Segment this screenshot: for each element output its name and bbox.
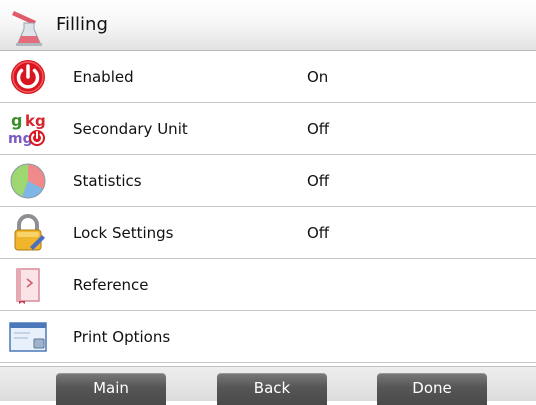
setting-label: Statistics [73, 172, 142, 190]
reference-book-icon [16, 268, 40, 304]
setting-row-reference[interactable]: Reference [0, 259, 536, 311]
setting-row-lock-settings[interactable]: Lock Settings Off [0, 207, 536, 259]
setting-label: Secondary Unit [73, 120, 188, 138]
setting-row-enabled[interactable]: Enabled On [0, 51, 536, 103]
units-icon-g: g [11, 111, 22, 130]
main-button[interactable]: Main [56, 373, 166, 405]
statistics-pie-icon [10, 163, 46, 199]
units-icon: g kg mg [8, 111, 46, 147]
setting-label: Print Options [73, 328, 171, 346]
setting-row-secondary-unit[interactable]: g kg mg Secondary Unit Off [0, 103, 536, 155]
setting-value: Off [307, 172, 330, 190]
title-bar: Filling [0, 0, 536, 51]
setting-label: Lock Settings [73, 224, 174, 242]
units-icon-mg: mg [8, 131, 33, 147]
lock-icon [14, 214, 45, 251]
setting-row-statistics[interactable]: Statistics Off [0, 155, 536, 207]
filling-beaker-icon [12, 11, 42, 46]
setting-label: Reference [73, 276, 149, 294]
button-bar: Main Back Done [0, 366, 536, 405]
setting-value: Off [307, 120, 330, 138]
setting-value: Off [307, 224, 330, 242]
power-icon [11, 60, 45, 94]
units-icon-kg: kg [25, 112, 46, 130]
settings-list: Enabled On g kg mg Secondary Unit Off St… [0, 51, 536, 363]
setting-row-print-options[interactable]: Print Options [0, 311, 536, 363]
setting-label: Enabled [73, 68, 134, 86]
back-button[interactable]: Back [217, 373, 327, 405]
done-button[interactable]: Done [377, 373, 487, 405]
page-title: Filling [56, 14, 108, 35]
setting-value: On [307, 68, 329, 86]
print-options-icon [9, 322, 47, 352]
